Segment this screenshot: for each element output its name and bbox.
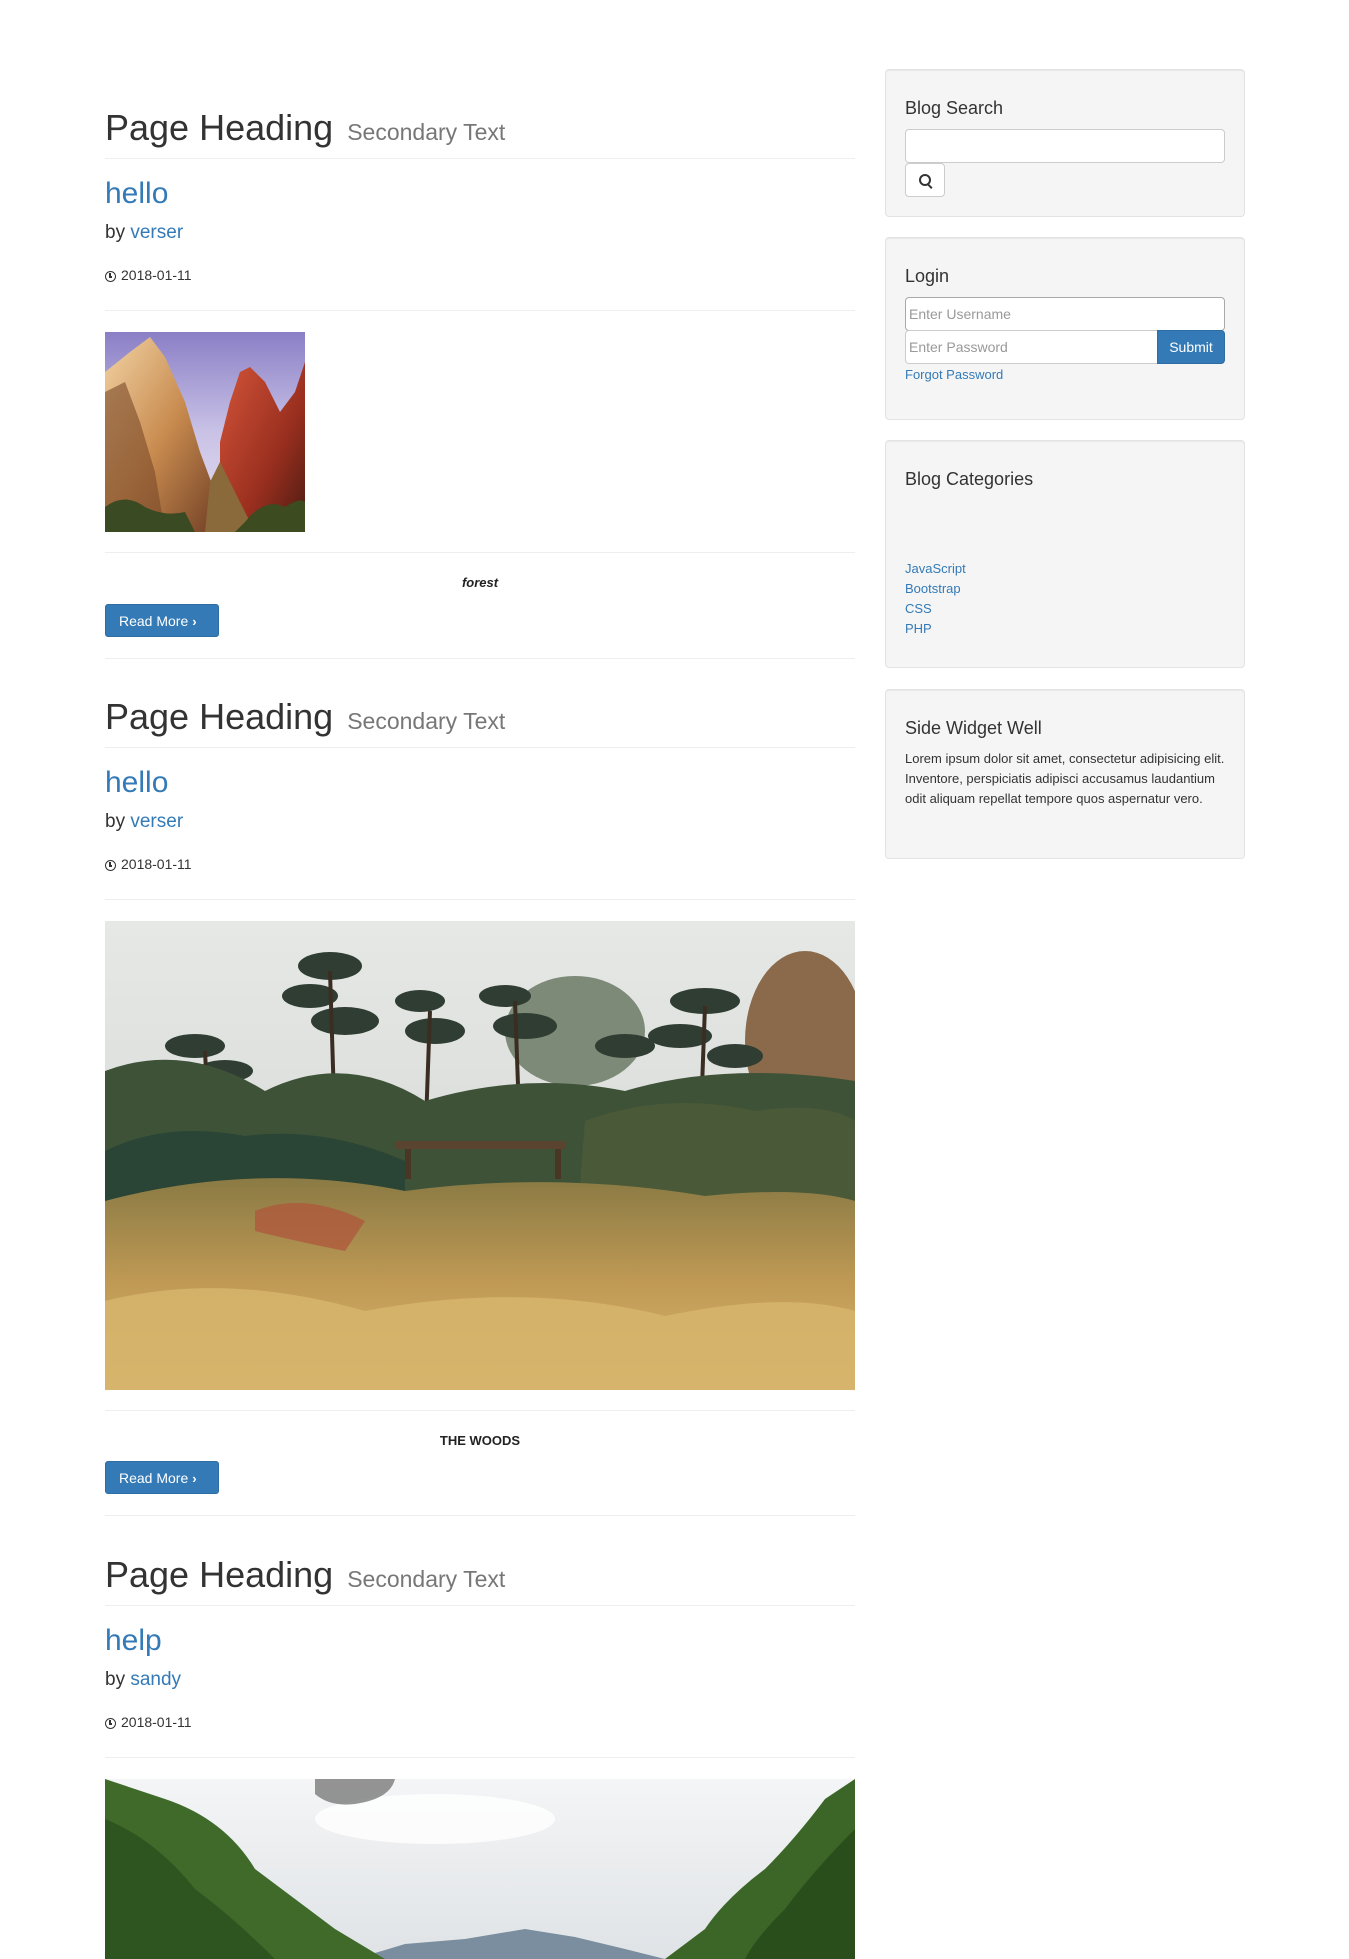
category-link-javascript[interactable]: JavaScript (905, 561, 966, 576)
caption-text: THE WOODS (439, 1433, 521, 1448)
author-link[interactable]: verser (130, 222, 183, 243)
valley-image (105, 1779, 855, 1959)
image-caption: THE WOODS (105, 1433, 855, 1448)
post-date: 2018-01-11 (105, 266, 192, 284)
divider (105, 899, 855, 900)
woods-image (105, 921, 855, 1390)
page-heading-secondary: Secondary Text (347, 119, 506, 145)
divider (105, 658, 855, 659)
page-heading-text: Page Heading (105, 107, 334, 148)
divider (105, 1515, 855, 1516)
chevron-right-icon: › (192, 613, 197, 629)
post-title-link[interactable]: help (105, 1623, 162, 1659)
category-link-bootstrap[interactable]: Bootstrap (905, 581, 961, 596)
categories-well: Blog Categories JavaScript Bootstrap CSS… (885, 440, 1245, 668)
login-submit-button[interactable]: Submit (1157, 330, 1225, 364)
side-widget-text: Lorem ipsum dolor sit amet, consectetur … (905, 751, 1225, 806)
category-item: PHP (905, 619, 966, 639)
page-heading-secondary: Secondary Text (347, 708, 506, 734)
category-list: JavaScript Bootstrap CSS PHP (905, 559, 966, 639)
page-heading-text: Page Heading (105, 696, 334, 737)
password-input[interactable] (905, 330, 1158, 364)
divider (105, 1757, 855, 1758)
image-caption: forest (105, 575, 855, 590)
post-image-canyon (105, 332, 305, 532)
side-widget-well: Side Widget Well Lorem ipsum dolor sit a… (885, 689, 1245, 859)
search-well: Blog Search (885, 69, 1245, 217)
side-widget-title: Side Widget Well (905, 718, 1042, 738)
post-date: 2018-01-11 (105, 1713, 192, 1731)
read-more-label: Read More (119, 1469, 189, 1486)
byline-prefix: by (105, 1669, 126, 1690)
divider (105, 310, 855, 311)
divider (105, 1410, 855, 1411)
category-link-css[interactable]: CSS (905, 601, 932, 616)
byline-prefix: by (105, 811, 126, 832)
page-heading: Page Heading Secondary Text (105, 108, 855, 159)
divider (105, 552, 855, 553)
read-more-label: Read More (119, 612, 189, 629)
clock-icon (105, 1718, 116, 1729)
username-input[interactable] (905, 297, 1225, 331)
page-heading: Page Heading Secondary Text (105, 1555, 855, 1606)
clock-icon (105, 271, 116, 282)
read-more-button[interactable]: Read More › (105, 604, 219, 637)
author-link[interactable]: sandy (130, 1669, 181, 1690)
category-link-php[interactable]: PHP (905, 621, 932, 636)
post-date-text: 2018-01-11 (121, 1714, 192, 1730)
forgot-password-link[interactable]: Forgot Password (905, 367, 1003, 382)
post-byline: by verser (105, 221, 183, 245)
page-heading: Page Heading Secondary Text (105, 697, 855, 748)
page-heading-secondary: Secondary Text (347, 1566, 506, 1592)
clock-icon (105, 860, 116, 871)
chevron-right-icon: › (192, 1470, 197, 1486)
post-title-link[interactable]: hello (105, 765, 168, 801)
category-item: Bootstrap (905, 579, 966, 599)
login-well: Login Submit Forgot Password (885, 237, 1245, 420)
post-date: 2018-01-11 (105, 855, 192, 873)
search-icon (919, 174, 931, 186)
search-button[interactable] (905, 163, 945, 197)
page-heading-text: Page Heading (105, 1554, 334, 1595)
post-byline: by verser (105, 810, 183, 834)
category-item: JavaScript (905, 559, 966, 579)
category-item: CSS (905, 599, 966, 619)
login-title: Login (905, 266, 950, 286)
read-more-button[interactable]: Read More › (105, 1461, 219, 1494)
categories-title: Blog Categories (905, 469, 1034, 489)
post-date-text: 2018-01-11 (121, 267, 192, 283)
search-title: Blog Search (905, 98, 1004, 118)
canyon-image (105, 332, 305, 532)
post-image-woods (105, 921, 855, 1390)
caption-text: forest (461, 575, 499, 590)
byline-prefix: by (105, 222, 126, 243)
author-link[interactable]: verser (130, 811, 183, 832)
post-byline: by sandy (105, 1668, 181, 1692)
post-date-text: 2018-01-11 (121, 856, 192, 872)
post-title-link[interactable]: hello (105, 176, 168, 212)
search-input[interactable] (905, 129, 1225, 163)
post-image-valley (105, 1779, 855, 1959)
